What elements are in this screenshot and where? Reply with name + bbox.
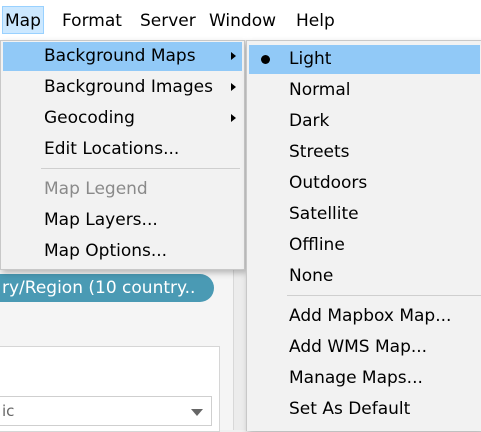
submenu-item-add-mapbox-map[interactable]: Add Mapbox Map... [249, 302, 480, 331]
submenu-item-manage-maps[interactable]: Manage Maps... [249, 364, 480, 393]
menu-server[interactable]: Server [140, 10, 196, 32]
submenu-item-offline[interactable]: Offline [249, 231, 480, 260]
menu-item-label: Streets [289, 142, 350, 162]
submenu-arrow-icon [231, 114, 236, 122]
menu-item-background-images[interactable]: Background Images [3, 73, 242, 102]
selected-bullet-icon [261, 55, 270, 64]
menu-item-label: Outdoors [289, 173, 368, 193]
menu-window[interactable]: Window [209, 10, 276, 32]
map-menu: Background Maps Background Images Geocod… [0, 40, 245, 270]
chevron-down-icon[interactable] [191, 409, 203, 416]
submenu-arrow-icon [231, 83, 236, 91]
submenu-item-none[interactable]: None [249, 262, 480, 291]
menu-item-geocoding[interactable]: Geocoding [3, 104, 242, 133]
menu-item-label: Map Legend [44, 179, 148, 199]
menu-item-label: Light [289, 49, 332, 69]
menu-item-label: Satellite [289, 204, 359, 224]
menu-item-label: Set As Default [289, 399, 411, 419]
menu-format[interactable]: Format [62, 10, 122, 32]
background-maps-submenu: Light Normal Dark Streets Outdoors Satel… [246, 40, 481, 431]
menu-item-label: Dark [289, 111, 330, 131]
menu-item-label: Normal [289, 80, 351, 100]
submenu-item-light[interactable]: Light [249, 45, 480, 74]
menu-item-label: Manage Maps... [289, 368, 423, 388]
submenu-item-satellite[interactable]: Satellite [249, 200, 480, 229]
menu-item-label: Offline [289, 235, 345, 255]
menu-item-background-maps[interactable]: Background Maps [3, 42, 242, 71]
submenu-item-streets[interactable]: Streets [249, 138, 480, 167]
menu-item-label: Map Options... [44, 241, 168, 261]
submenu-item-dark[interactable]: Dark [249, 107, 480, 136]
menu-item-label: Background Maps [44, 46, 196, 66]
menu-item-label: Map Layers... [44, 210, 158, 230]
menu-item-map-options[interactable]: Map Options... [3, 237, 242, 266]
menu-item-map-legend: Map Legend [3, 175, 242, 204]
menu-map[interactable]: Map [2, 6, 44, 34]
menu-item-edit-locations[interactable]: Edit Locations... [3, 135, 242, 164]
menu-item-label: Geocoding [44, 108, 135, 128]
submenu-arrow-icon [231, 52, 236, 60]
menu-item-label: Background Images [44, 77, 213, 97]
menu-separator [41, 168, 240, 169]
submenu-item-normal[interactable]: Normal [249, 76, 480, 105]
menu-item-label: Add WMS Map... [289, 337, 428, 357]
submenu-item-set-as-default[interactable]: Set As Default [249, 395, 480, 424]
submenu-item-outdoors[interactable]: Outdoors [249, 169, 480, 198]
menu-separator [287, 295, 481, 296]
dropdown-combo[interactable]: ic [0, 396, 212, 426]
menu-help[interactable]: Help [296, 10, 335, 32]
menu-item-label: None [289, 266, 334, 286]
submenu-item-add-wms-map[interactable]: Add WMS Map... [249, 333, 480, 362]
menu-bar: Map Format Server Window Help [0, 0, 481, 41]
menu-item-label: Edit Locations... [44, 139, 180, 159]
menu-item-label: Add Mapbox Map... [289, 306, 452, 326]
country-region-pill[interactable]: ry/Region (10 country.. [0, 274, 214, 302]
menu-item-map-layers[interactable]: Map Layers... [3, 206, 242, 235]
dropdown-value: ic [2, 402, 15, 420]
